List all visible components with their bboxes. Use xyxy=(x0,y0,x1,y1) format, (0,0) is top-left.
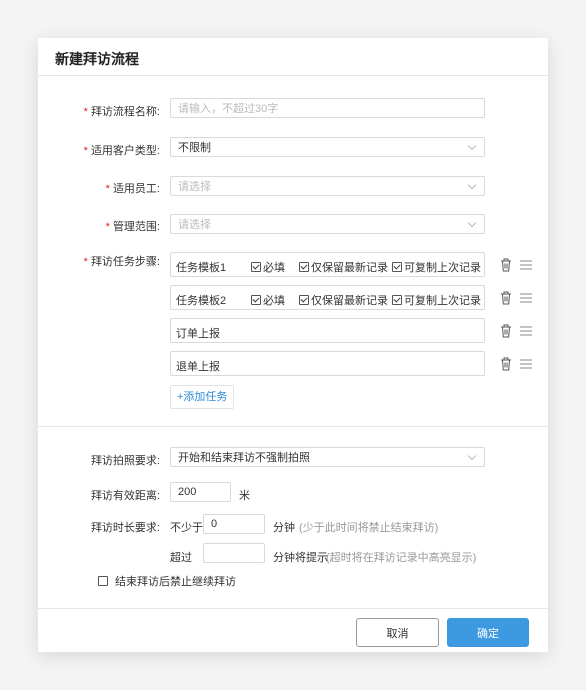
photo-label: 拜访拍照要求: xyxy=(90,455,160,467)
task-name: 任务模板2 xyxy=(176,295,227,307)
required-option[interactable]: 必填 xyxy=(251,259,285,275)
task-row[interactable]: 任务模板1 必填 仅保留最新记录 可复制上次记录 xyxy=(170,252,485,277)
checkbox-unchecked-icon xyxy=(98,576,108,586)
footer-divider xyxy=(38,608,548,609)
name-label: * 拜访流程名称: xyxy=(83,106,160,118)
min-duration-prefix: 不少于 xyxy=(170,522,203,534)
distance-label: 拜访有效距离: xyxy=(90,490,160,502)
employees-placeholder: 请选择 xyxy=(178,181,211,193)
dialog-title: 新建拜访流程 xyxy=(55,51,139,67)
customer-type-label: * 适用客户类型: xyxy=(83,145,160,157)
photo-requirement-select[interactable]: 开始和结束拜访不强制拍照 xyxy=(170,447,485,467)
min-duration-value: 0 xyxy=(211,518,218,530)
distance-value: 200 xyxy=(178,486,197,498)
chevron-down-icon xyxy=(467,141,477,151)
drag-handle-icon[interactable] xyxy=(520,293,532,303)
trash-icon[interactable] xyxy=(500,357,512,371)
distance-input[interactable]: 200 xyxy=(170,482,231,502)
block-after-visit-option[interactable]: 结束拜访后禁止继续拜访 xyxy=(98,573,236,589)
scope-placeholder: 请选择 xyxy=(178,219,211,231)
header-divider xyxy=(38,75,548,76)
employees-select[interactable]: 请选择 xyxy=(170,176,485,196)
required-mark: * xyxy=(105,183,110,195)
required-mark: * xyxy=(105,221,110,233)
task-row[interactable]: 退单上报 xyxy=(170,351,485,376)
max-duration-hint: (超时将在拜访记录中高亮显示) xyxy=(326,552,477,564)
drag-handle-icon[interactable] xyxy=(520,260,532,270)
checkbox-checked-icon xyxy=(392,295,402,305)
max-duration-prefix: 超过 xyxy=(170,552,192,564)
required-mark: * xyxy=(83,145,88,157)
task-row[interactable]: 订单上报 xyxy=(170,318,485,343)
trash-icon[interactable] xyxy=(500,258,512,272)
flow-name-placeholder: 请输入，不超过30字 xyxy=(178,103,279,115)
min-duration-input[interactable]: 0 xyxy=(203,514,265,534)
checkbox-checked-icon xyxy=(392,262,402,272)
checkbox-checked-icon xyxy=(251,262,261,272)
drag-handle-icon[interactable] xyxy=(520,359,532,369)
keep-latest-option[interactable]: 仅保留最新记录 xyxy=(299,259,388,275)
trash-icon[interactable] xyxy=(500,291,512,305)
copy-last-option[interactable]: 可复制上次记录 xyxy=(392,259,481,275)
new-visit-flow-dialog: 新建拜访流程 * 拜访流程名称: 请输入，不超过30字 * 适用客户类型: 不限制 … xyxy=(38,38,548,652)
flow-name-input[interactable]: 请输入，不超过30字 xyxy=(170,98,485,118)
add-task-button[interactable]: +添加任务 xyxy=(170,385,235,409)
checkbox-checked-icon xyxy=(299,262,309,272)
scope-select[interactable]: 请选择 xyxy=(170,214,485,234)
trash-icon[interactable] xyxy=(500,324,512,338)
confirm-button[interactable]: 确定 xyxy=(447,618,529,647)
photo-requirement-value: 开始和结束拜访不强制拍照 xyxy=(178,452,310,464)
task-name: 退单上报 xyxy=(176,361,220,373)
cancel-button[interactable]: 取消 xyxy=(356,618,439,647)
required-mark: * xyxy=(83,256,88,268)
checkbox-checked-icon xyxy=(251,295,261,305)
distance-unit: 米 xyxy=(239,490,250,502)
chevron-down-icon xyxy=(467,180,477,190)
employees-label: * 适用员工: xyxy=(105,183,160,195)
customer-type-value: 不限制 xyxy=(178,142,211,154)
keep-latest-option[interactable]: 仅保留最新记录 xyxy=(299,292,388,308)
max-duration-unit: 分钟将提示 xyxy=(273,552,328,564)
max-duration-input[interactable] xyxy=(203,543,265,563)
duration-label: 拜访时长要求: xyxy=(90,522,160,534)
task-row[interactable]: 任务模板2 必填 仅保留最新记录 可复制上次记录 xyxy=(170,285,485,310)
copy-last-option[interactable]: 可复制上次记录 xyxy=(392,292,481,308)
chevron-down-icon xyxy=(467,218,477,228)
customer-type-select[interactable]: 不限制 xyxy=(170,137,485,157)
steps-label: * 拜访任务步骤: xyxy=(83,256,160,268)
min-duration-unit: 分钟 xyxy=(273,522,295,534)
min-duration-hint: (少于此时间将禁止结束拜访) xyxy=(299,522,439,534)
chevron-down-icon xyxy=(467,451,477,461)
checkbox-checked-icon xyxy=(299,295,309,305)
scope-label: * 管理范围: xyxy=(105,221,160,233)
section-divider xyxy=(38,426,548,427)
task-name: 任务模板1 xyxy=(176,262,227,274)
block-after-visit-label: 结束拜访后禁止继续拜访 xyxy=(115,576,236,588)
required-mark: * xyxy=(83,106,88,118)
drag-handle-icon[interactable] xyxy=(520,326,532,336)
task-name: 订单上报 xyxy=(176,328,220,340)
required-option[interactable]: 必填 xyxy=(251,292,285,308)
